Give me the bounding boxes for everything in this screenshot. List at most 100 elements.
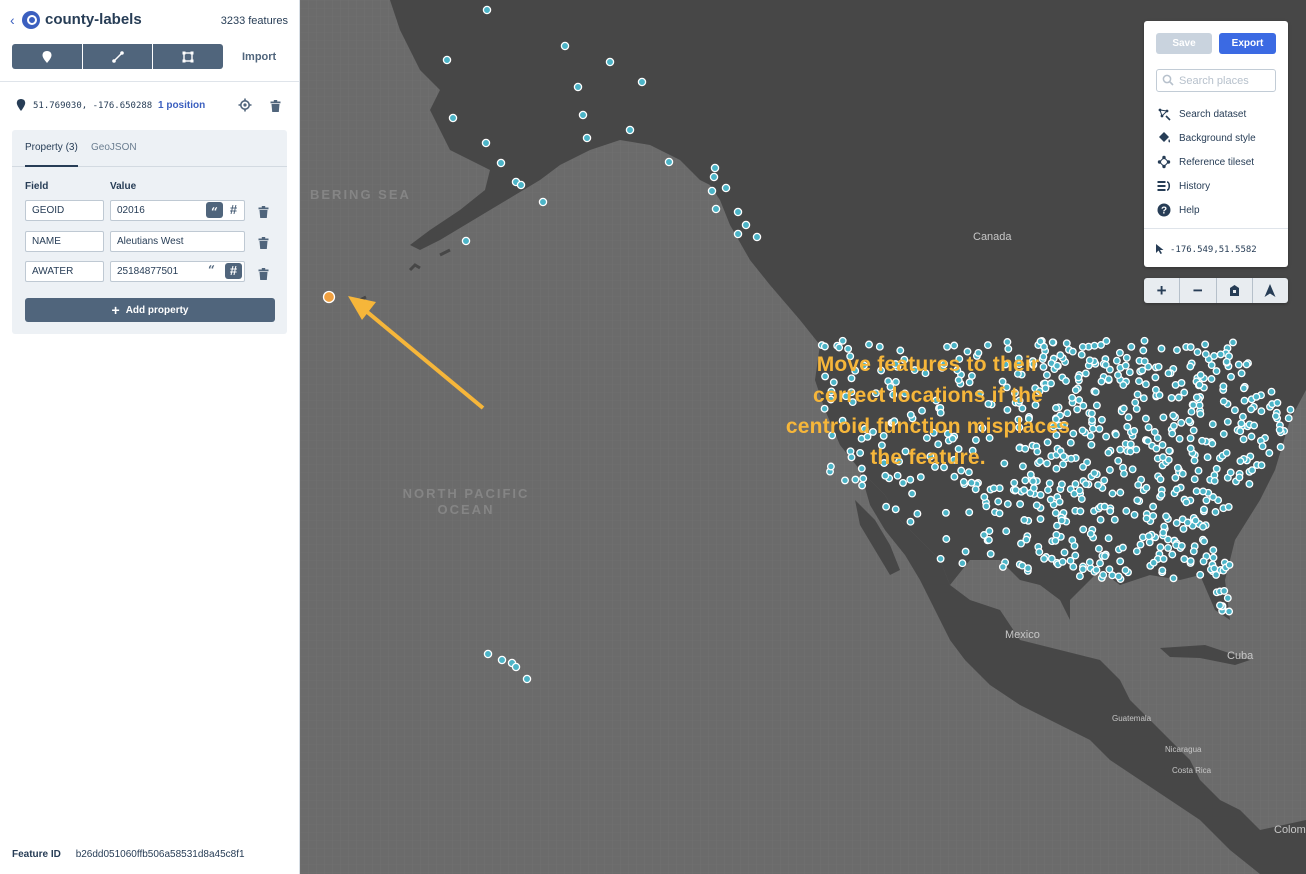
feature-point[interactable] [1211, 508, 1220, 516]
feature-point[interactable] [1116, 488, 1125, 497]
feature-point[interactable] [1125, 368, 1134, 377]
feature-point[interactable] [1133, 390, 1142, 399]
feature-point[interactable] [1144, 532, 1153, 541]
feature-point[interactable] [1020, 486, 1029, 495]
feature-point[interactable] [995, 509, 1004, 518]
feature-point[interactable] [1044, 486, 1052, 494]
feature-point[interactable] [1168, 429, 1177, 438]
feature-point[interactable] [1003, 338, 1012, 346]
feature-point[interactable] [1168, 550, 1177, 559]
tab-geojson[interactable]: GeoJSON [91, 142, 137, 161]
feature-point[interactable] [1081, 369, 1090, 378]
feature-point[interactable] [1151, 385, 1160, 394]
feature-point[interactable] [605, 57, 615, 67]
feature-point[interactable] [1151, 373, 1160, 382]
feature-point[interactable] [1240, 396, 1249, 405]
feature-point[interactable] [1105, 565, 1114, 574]
feature-point[interactable] [1045, 479, 1054, 488]
feature-point[interactable] [1190, 456, 1199, 465]
feature-point[interactable] [1106, 507, 1115, 516]
number-type-icon[interactable]: # [225, 202, 242, 218]
feature-point[interactable] [1096, 515, 1105, 524]
feature-point[interactable] [1225, 607, 1234, 616]
feature-point[interactable] [1002, 527, 1011, 536]
feature-point[interactable] [1087, 440, 1096, 449]
feature-point[interactable] [1149, 502, 1158, 511]
feature-point[interactable] [838, 336, 847, 345]
feature-point[interactable] [1187, 407, 1196, 416]
feature-point[interactable] [1097, 341, 1105, 349]
import-button[interactable]: Import [242, 51, 276, 63]
feature-point[interactable] [1189, 426, 1198, 435]
feature-point[interactable] [1096, 559, 1104, 568]
feature-point[interactable] [1003, 500, 1012, 508]
feature-point[interactable] [865, 340, 873, 349]
feature-point[interactable] [1097, 377, 1106, 386]
feature-point[interactable] [1194, 466, 1203, 475]
draw-line-button[interactable] [82, 44, 154, 69]
feature-point[interactable] [1245, 479, 1254, 488]
feature-point[interactable] [1201, 350, 1210, 359]
feature-point[interactable] [1162, 512, 1171, 521]
feature-point[interactable] [1174, 393, 1183, 402]
feature-point[interactable] [1116, 445, 1125, 454]
feature-point[interactable] [1139, 346, 1148, 355]
feature-point[interactable] [1124, 413, 1133, 422]
feature-point[interactable] [1235, 473, 1244, 482]
feature-point[interactable] [1199, 522, 1207, 531]
feature-point[interactable] [1190, 475, 1199, 484]
feature-point[interactable] [1207, 361, 1216, 370]
feature-point[interactable] [496, 158, 506, 168]
feature-point[interactable] [625, 125, 635, 135]
feature-point[interactable] [1121, 361, 1130, 370]
feature-point[interactable] [1196, 409, 1205, 418]
menu-search-dataset[interactable]: Search dataset [1157, 106, 1282, 130]
feature-point[interactable] [1265, 449, 1274, 457]
feature-point[interactable] [1010, 478, 1019, 487]
feature-point[interactable] [1247, 405, 1256, 414]
feature-point[interactable] [985, 527, 994, 535]
feature-point[interactable] [1022, 535, 1031, 544]
feature-point[interactable] [1222, 448, 1231, 457]
feature-point[interactable] [1192, 393, 1201, 402]
feature-point[interactable] [984, 536, 993, 544]
string-type-icon[interactable]: “ [206, 202, 223, 219]
locate-feature-icon[interactable] [238, 98, 252, 112]
feature-point[interactable] [573, 82, 583, 92]
feature-point[interactable] [1114, 456, 1123, 465]
feature-point[interactable] [942, 535, 951, 543]
feature-point[interactable] [1209, 553, 1218, 562]
feature-point[interactable] [1077, 495, 1086, 503]
feature-point[interactable] [1092, 401, 1101, 410]
feature-point[interactable] [1212, 367, 1221, 376]
feature-point[interactable] [1239, 384, 1248, 393]
feature-point[interactable] [1156, 475, 1165, 484]
feature-point[interactable] [1238, 412, 1247, 421]
feature-point[interactable] [1119, 381, 1128, 389]
feature-point[interactable] [950, 341, 959, 350]
feature-point[interactable] [1159, 528, 1168, 537]
feature-point[interactable] [1141, 380, 1150, 389]
feature-point[interactable] [958, 559, 967, 568]
feature-point[interactable] [637, 77, 647, 87]
feature-point[interactable] [1149, 511, 1158, 520]
feature-point[interactable] [1177, 378, 1186, 387]
menu-reference-tileset[interactable]: Reference tileset [1157, 154, 1282, 178]
feature-point[interactable] [1150, 428, 1159, 436]
feature-point[interactable] [1207, 375, 1216, 383]
feature-point[interactable] [1226, 468, 1235, 477]
feature-point[interactable] [721, 183, 731, 193]
property-field-input[interactable]: NAME [25, 231, 104, 252]
feature-point[interactable] [998, 562, 1007, 571]
feature-point[interactable] [1122, 507, 1131, 515]
feature-point[interactable] [1252, 392, 1261, 401]
feature-point[interactable] [913, 509, 922, 518]
feature-point[interactable] [1210, 564, 1219, 573]
feature-point[interactable] [1079, 525, 1088, 534]
feature-point[interactable] [1164, 369, 1173, 378]
feature-point[interactable] [1172, 519, 1181, 527]
feature-point[interactable] [1102, 432, 1111, 441]
feature-point[interactable] [482, 5, 492, 15]
delete-feature-icon[interactable] [270, 100, 281, 112]
feature-point[interactable] [1234, 360, 1243, 369]
